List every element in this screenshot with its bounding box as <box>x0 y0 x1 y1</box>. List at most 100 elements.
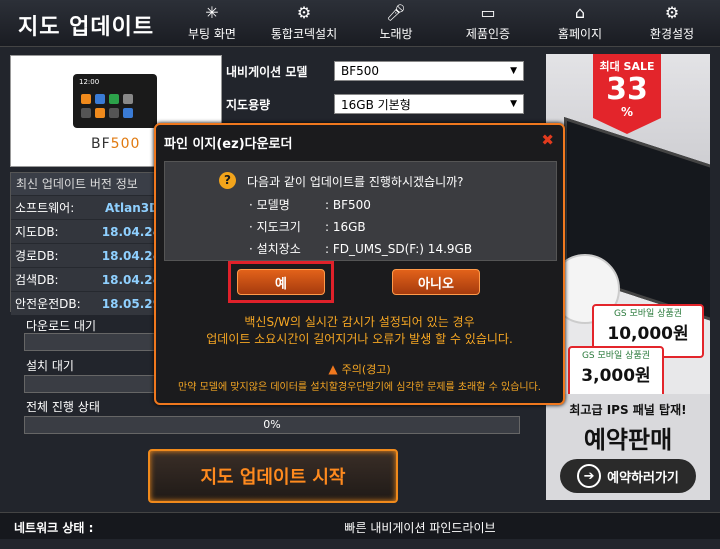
version-key: 경로DB: <box>15 249 59 263</box>
version-info-panel: 최신 업데이트 버전 정보 소프트웨어: Atlan3D 지도DB: 18.04.2… <box>10 172 162 315</box>
version-key: 안전운전DB: <box>15 297 81 311</box>
sale-badge-percent: % <box>620 105 634 119</box>
model-row: 내비게이션 모델 BF500 ▼ <box>226 60 524 82</box>
status-bar: 네트워크 상태 : 빠른 내비게이션 파인드라이브 <box>0 512 720 539</box>
version-key: 검색DB: <box>15 273 59 287</box>
warning-text: 만약 모델에 맞지않은 데이터를 설치할경우단말기에 심각한 문제를 초래할 수… <box>178 382 541 393</box>
coupon-caption: GS 모바일 상품권 <box>613 309 683 319</box>
antivirus-notice-2: 업데이트 소요시간이 길어지거나 오류가 발생 할 수 있습니다. <box>206 332 513 346</box>
nav-boot-screen[interactable]: ✳ 부팅 화면 <box>166 0 258 46</box>
version-info-title: 최신 업데이트 버전 정보 <box>11 173 161 195</box>
antivirus-notice-1: 백신S/W의 실시간 감시가 설정되어 있는 경우 <box>244 315 475 329</box>
model-label: 내비게이션 모델 <box>226 64 308 79</box>
device-tile <box>109 108 119 118</box>
info-model: · 모델명 : BF500 <box>249 196 371 213</box>
question-icon: ? <box>219 172 236 189</box>
dialog-info-panel: ? 다음과 같이 업데이트를 진행하시겠습니까? · 모델명 : BF500 · … <box>164 161 557 261</box>
nav-homepage[interactable]: ⌂ 홈페이지 <box>534 0 626 46</box>
version-row: 안전운전DB: 18.05.29 <box>11 291 161 315</box>
dialog-title: 파인 이지(ez)다운로더 <box>164 137 293 152</box>
version-value: Atlan3D <box>105 200 160 215</box>
nav-karaoke[interactable]: 🎤︎ 노래방 <box>350 0 442 46</box>
total-progress-label: 전체 진행 상태 <box>26 400 100 414</box>
app-title: 지도 업데이트 <box>18 15 155 40</box>
device-tile <box>109 94 119 104</box>
coupon-3000: GS 모바일 상품권 3,000원 <box>568 346 664 400</box>
ad-headline: 최고급 IPS 패널 탑재! <box>569 403 687 417</box>
device-name-suffix: 500 <box>110 136 141 152</box>
capacity-select[interactable]: 16GB 기본형 ▼ <box>334 94 524 114</box>
total-progress-value: 0% <box>263 418 281 431</box>
start-update-button[interactable]: 지도 업데이트 시작 <box>148 449 398 503</box>
nav-product-auth[interactable]: ▭ 제품인증 <box>442 0 534 46</box>
sale-badge-number: 33 <box>606 72 648 107</box>
arrow-right-icon: ➔ <box>577 464 602 488</box>
device-tile <box>95 108 105 118</box>
model-select[interactable]: BF500 ▼ <box>334 61 524 81</box>
info-key: · 모델명 <box>249 198 290 212</box>
device-tile <box>81 94 91 104</box>
ad-title: 예약판매 <box>583 426 673 454</box>
device-name: BF500 <box>91 136 140 152</box>
reserve-button-label: 예약하러가기 <box>607 470 679 486</box>
info-key: · 설치장소 <box>249 242 301 256</box>
no-button[interactable]: 아니오 <box>392 269 480 295</box>
close-icon[interactable]: ✖ <box>541 131 554 149</box>
reserve-button[interactable]: ➔ 예약하러가기 <box>560 459 696 493</box>
warning-title-text: 주의(경고) <box>341 363 391 376</box>
info-value: : FD_UMS_SD(F:) 14.9GB <box>325 242 473 256</box>
capacity-row: 지도용량 16GB 기본형 ▼ <box>226 93 524 115</box>
device-tile <box>95 94 105 104</box>
version-value: 18.04.24 <box>101 272 161 287</box>
nav-label: 환경설정 <box>649 26 695 41</box>
version-value: 18.04.24 <box>101 224 161 239</box>
device-tile <box>123 108 133 118</box>
nav-label: 홈페이지 <box>557 26 603 41</box>
microphone-icon: 🎤︎ <box>385 2 407 22</box>
nav-settings[interactable]: ⚙ 환경설정 <box>626 0 718 46</box>
loading-icon: ✳ <box>205 2 219 22</box>
nav-label: 제품인증 <box>465 26 511 41</box>
settings-icon: ⚙ <box>664 2 680 22</box>
version-row: 검색DB: 18.04.24 <box>11 267 161 291</box>
gear-icon: ⚙ <box>296 2 312 22</box>
chevron-down-icon: ▼ <box>510 99 517 109</box>
sale-badge: 최대 SALE 33 % <box>593 54 661 134</box>
info-value: : 16GB <box>325 220 366 234</box>
device-tile <box>123 94 133 104</box>
top-bar: 지도 업데이트 ✳ 부팅 화면 ⚙ 통합코덱설치 🎤︎ 노래방 ▭ 제품인증 ⌂… <box>0 0 720 47</box>
device-screen-time: 12:00 <box>79 78 100 86</box>
capacity-label: 지도용량 <box>226 97 271 112</box>
confirm-dialog: 파인 이지(ez)다운로더 ✖ ? 다음과 같이 업데이트를 진행하시겠습니까?… <box>154 123 565 405</box>
model-select-value: BF500 <box>341 64 380 78</box>
ad-banner[interactable]: 최대 SALE 33 % GS 모바일 상품권 10,000원 GS 모바일 상… <box>546 54 710 500</box>
info-value: : BF500 <box>325 198 371 212</box>
info-size: · 지도크기 : 16GB <box>249 218 366 235</box>
version-value: 18.04.24 <box>101 248 161 263</box>
main-nav: ✳ 부팅 화면 ⚙ 통합코덱설치 🎤︎ 노래방 ▭ 제품인증 ⌂ 홈페이지 ⚙ … <box>166 0 718 46</box>
download-label: 다운로드 대기 <box>26 319 97 333</box>
warning-title: ▲ 주의(경고) <box>156 361 563 377</box>
version-key: 소프트웨어: <box>15 201 75 215</box>
device-tile <box>81 108 91 118</box>
chevron-down-icon: ▼ <box>510 66 517 76</box>
warning-icon: ▲ <box>328 362 338 376</box>
version-key: 지도DB: <box>15 225 59 239</box>
capacity-select-value: 16GB 기본형 <box>341 97 411 112</box>
yes-button[interactable]: 예 <box>237 269 325 295</box>
network-status-text: 빠른 내비게이션 파인드라이브 <box>344 521 496 535</box>
nav-label: 노래방 <box>379 26 413 41</box>
coupon-value: 10,000원 <box>607 324 689 344</box>
nav-codec-install[interactable]: ⚙ 통합코덱설치 <box>258 0 350 46</box>
dialog-question: 다음과 같이 업데이트를 진행하시겠습니까? <box>247 175 464 189</box>
total-progress-bar: 0% <box>24 416 520 434</box>
info-key: · 지도크기 <box>249 220 301 234</box>
app-window: 지도 업데이트 ✳ 부팅 화면 ⚙ 통합코덱설치 🎤︎ 노래방 ▭ 제품인증 ⌂… <box>0 0 720 549</box>
version-row: 경로DB: 18.04.24 <box>11 243 161 267</box>
info-location: · 설치장소 : FD_UMS_SD(F:) 14.9GB <box>249 240 472 257</box>
nav-label: 부팅 화면 <box>188 26 236 41</box>
version-row: 지도DB: 18.04.24 <box>11 219 161 243</box>
device-screen: 12:00 <box>73 74 157 128</box>
install-label: 설치 대기 <box>26 359 74 373</box>
version-row: 소프트웨어: Atlan3D <box>11 195 161 219</box>
